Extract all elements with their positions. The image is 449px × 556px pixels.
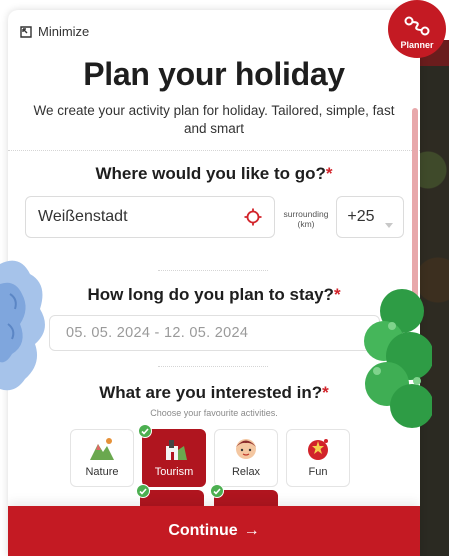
- interests-hint: Choose your favourite activities.: [150, 408, 278, 418]
- interests-question-text: What are you interested in?: [99, 383, 323, 402]
- planner-badge-button[interactable]: Planner: [388, 0, 446, 58]
- category-label: Relax: [231, 466, 261, 478]
- minimize-button[interactable]: Minimize: [20, 24, 89, 39]
- required-mark: *: [322, 383, 329, 402]
- category-tourism[interactable]: Tourism: [138, 424, 206, 487]
- decorative-statue-illustration: [0, 260, 45, 391]
- section-divider: [158, 270, 268, 271]
- date-range-value: 05. 05. 2024 - 12. 05. 2024: [66, 325, 249, 341]
- required-mark: *: [325, 164, 333, 183]
- destination-value: Weißenstadt: [38, 208, 128, 225]
- check-icon: [210, 484, 224, 498]
- radius-select[interactable]: +25: [336, 196, 404, 238]
- check-icon: [136, 484, 150, 498]
- duration-question-text: How long do you plan to stay?: [87, 285, 334, 304]
- continue-label: Continue: [168, 522, 238, 539]
- category-relax[interactable]: Relax: [214, 429, 278, 487]
- category-label: Fun: [308, 466, 328, 478]
- route-planner-icon: [404, 16, 430, 36]
- page-subtitle: We create your activity plan for holiday…: [33, 103, 395, 136]
- category-fun[interactable]: Fun: [286, 429, 350, 487]
- duration-question: How long do you plan to stay?*: [8, 285, 420, 305]
- date-range-input[interactable]: 05. 05. 2024 - 12. 05. 2024: [49, 315, 380, 351]
- decorative-tree-illustration: [364, 289, 432, 428]
- check-icon: [138, 424, 152, 438]
- relax-icon: [232, 436, 260, 462]
- nature-icon: [88, 436, 116, 462]
- section-divider: [8, 150, 420, 151]
- destination-input[interactable]: Weißenstadt: [25, 196, 275, 238]
- minimize-icon: [20, 25, 32, 38]
- category-label: Tourism: [154, 466, 194, 478]
- page-title: Plan your holiday: [83, 56, 345, 92]
- holiday-planner-panel: Minimize Plan your holiday We create you…: [8, 10, 420, 556]
- tourism-icon: [160, 436, 188, 462]
- locate-target-icon[interactable]: [244, 208, 262, 226]
- continue-button[interactable]: Continue →: [8, 506, 420, 556]
- chevron-down-icon: [384, 215, 393, 228]
- category-label: Nature: [85, 466, 119, 478]
- scrollbar-thumb[interactable]: [412, 108, 418, 298]
- surrounding-label-line2: (km): [297, 219, 315, 229]
- fun-icon: [304, 436, 332, 462]
- category-nature[interactable]: Nature: [70, 429, 134, 487]
- destination-question-text: Where would you like to go?: [95, 164, 326, 183]
- minimize-label: Minimize: [38, 24, 90, 39]
- arrow-right-icon: →: [243, 522, 260, 539]
- destination-question: Where would you like to go?*: [8, 164, 420, 184]
- planner-label: Planner: [400, 40, 434, 50]
- section-divider: [158, 366, 268, 367]
- radius-value: +25: [347, 208, 375, 225]
- surrounding-label: surrounding (km): [276, 209, 336, 229]
- interest-categories: Nature Tourism Relax Fun: [70, 424, 350, 487]
- required-mark: *: [333, 285, 341, 304]
- interests-question: What are you interested in?*: [8, 383, 420, 403]
- surrounding-label-line1: surrounding: [283, 209, 329, 219]
